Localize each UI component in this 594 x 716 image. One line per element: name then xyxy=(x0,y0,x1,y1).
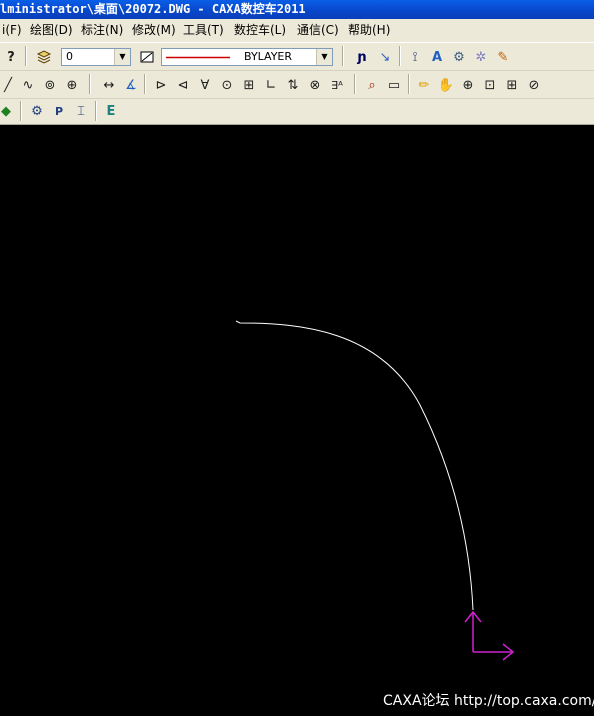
angle-dimension-icon[interactable]: ∡ xyxy=(121,75,141,95)
menu-modify[interactable]: 修改(M) xyxy=(130,19,178,42)
menu-annotate[interactable]: 标注(N) xyxy=(79,19,125,42)
spline-icon[interactable]: ∿ xyxy=(18,75,38,95)
coordinate-mark-icon[interactable]: ⊳ xyxy=(151,75,171,95)
tool-library-icon[interactable]: ◆ xyxy=(0,101,16,121)
weld-symbol-icon[interactable]: ⊙ xyxy=(217,75,237,95)
select-arrow-icon[interactable]: ↘ xyxy=(375,47,395,67)
separator xyxy=(89,74,91,94)
menu-file[interactable]: i(F) xyxy=(0,19,24,42)
hole-callout-icon[interactable]: ⇅ xyxy=(283,75,303,95)
title-bar: lministrator\桌面\20072.DWG - CAXA数控车2011 xyxy=(0,0,594,19)
layer-select[interactable]: 0 ▼ xyxy=(61,48,131,66)
measure-icon[interactable]: ▭ xyxy=(384,75,404,95)
pencil-icon[interactable]: ✏ xyxy=(414,75,434,95)
roughness-icon[interactable]: ∟ xyxy=(261,75,281,95)
separator xyxy=(408,74,410,94)
scatter-icon[interactable]: ✲ xyxy=(471,47,491,67)
draw-toolbar: ╱ ∿ ⊚ ⊕ ↔ ∡ ⊳ ⊲ ∀ ⊙ ⊞ ∟ ⇅ ⊗ ∃ᴬ ⌕ ▭ ✏ ✋ ⊕… xyxy=(0,71,594,99)
drawing-canvas[interactable] xyxy=(0,125,594,716)
linetype-select[interactable]: BYLAYER ▼ xyxy=(161,48,333,66)
zoom-window-icon[interactable]: ⊡ xyxy=(480,75,500,95)
separator xyxy=(25,46,27,66)
menu-draw[interactable]: 绘图(D) xyxy=(28,19,75,42)
menu-cnc-lathe[interactable]: 数控车(L) xyxy=(232,19,288,42)
balloon-icon[interactable]: ⊗ xyxy=(305,75,325,95)
menu-communication[interactable]: 通信(C) xyxy=(295,19,341,42)
linetype-icon[interactable] xyxy=(137,47,157,67)
point-icon[interactable]: ⊚ xyxy=(40,75,60,95)
help-icon[interactable]: ? xyxy=(1,47,21,67)
zoom-all-icon[interactable]: ⊞ xyxy=(502,75,522,95)
chamfer-mark-icon[interactable]: ⊲ xyxy=(173,75,193,95)
separator xyxy=(95,101,97,121)
line-icon[interactable]: ╱ xyxy=(0,75,18,95)
datum-icon[interactable]: ∀ xyxy=(195,75,215,95)
node-edit-icon[interactable]: ⟟ xyxy=(405,47,425,67)
chevron-down-icon[interactable]: ▼ xyxy=(114,49,130,65)
line-color-swatch xyxy=(166,56,230,59)
menu-bar: i(F) 绘图(D) 标注(N) 修改(M) 工具(T) 数控车(L) 通信(C… xyxy=(0,19,594,43)
properties-toolbar: ? 0 ▼ BYLAYER ▼ ɲ ↘ ⟟ A ⚙ ✲ ✎ xyxy=(0,43,594,71)
separator xyxy=(354,74,356,94)
text-style-icon[interactable]: A xyxy=(427,47,447,67)
machine-settings-icon[interactable]: ⌶ xyxy=(71,101,91,121)
linear-dimension-icon[interactable]: ↔ xyxy=(99,75,119,95)
watermark: CAXA论坛 http://top.caxa.com/ xyxy=(383,693,594,709)
query-icon[interactable]: ⌕ xyxy=(362,75,382,95)
tolerance-icon[interactable]: ⊞ xyxy=(239,75,259,95)
coordinate-axis-icon xyxy=(464,610,515,661)
pan-icon[interactable]: ✋ xyxy=(436,75,456,95)
arc-curve xyxy=(235,320,474,611)
separator xyxy=(342,46,344,66)
code-generate-icon[interactable]: ⚙ xyxy=(27,101,47,121)
separator xyxy=(144,74,146,94)
separator xyxy=(399,46,401,66)
chevron-down-icon[interactable]: ▼ xyxy=(316,49,332,65)
tool-settings-icon[interactable]: ⚙ xyxy=(449,47,469,67)
paste-icon[interactable]: ✎ xyxy=(493,47,513,67)
menu-help[interactable]: 帮助(H) xyxy=(346,19,392,42)
layer-value: 0 xyxy=(66,50,73,63)
curve-trim-icon[interactable]: ɲ xyxy=(352,47,372,67)
menu-tools[interactable]: 工具(T) xyxy=(181,19,226,42)
cnc-list-icon[interactable]: E xyxy=(101,101,121,121)
text-annotation-icon[interactable]: ∃ᴬ xyxy=(327,75,347,95)
separator xyxy=(20,101,22,121)
linetype-value: BYLAYER xyxy=(244,50,293,63)
layer-manager-icon[interactable] xyxy=(34,47,54,67)
post-process-icon[interactable]: P xyxy=(49,101,69,121)
zoom-realtime-icon[interactable]: ⊕ xyxy=(458,75,478,95)
drawing-area xyxy=(235,320,515,661)
zoom-previous-icon[interactable]: ⊘ xyxy=(524,75,544,95)
window-title: lministrator\桌面\20072.DWG - CAXA数控车2011 xyxy=(0,2,306,16)
center-line-icon[interactable]: ⊕ xyxy=(62,75,82,95)
lathe-toolbar: ◆ ⚙ P ⌶ E xyxy=(0,99,594,125)
